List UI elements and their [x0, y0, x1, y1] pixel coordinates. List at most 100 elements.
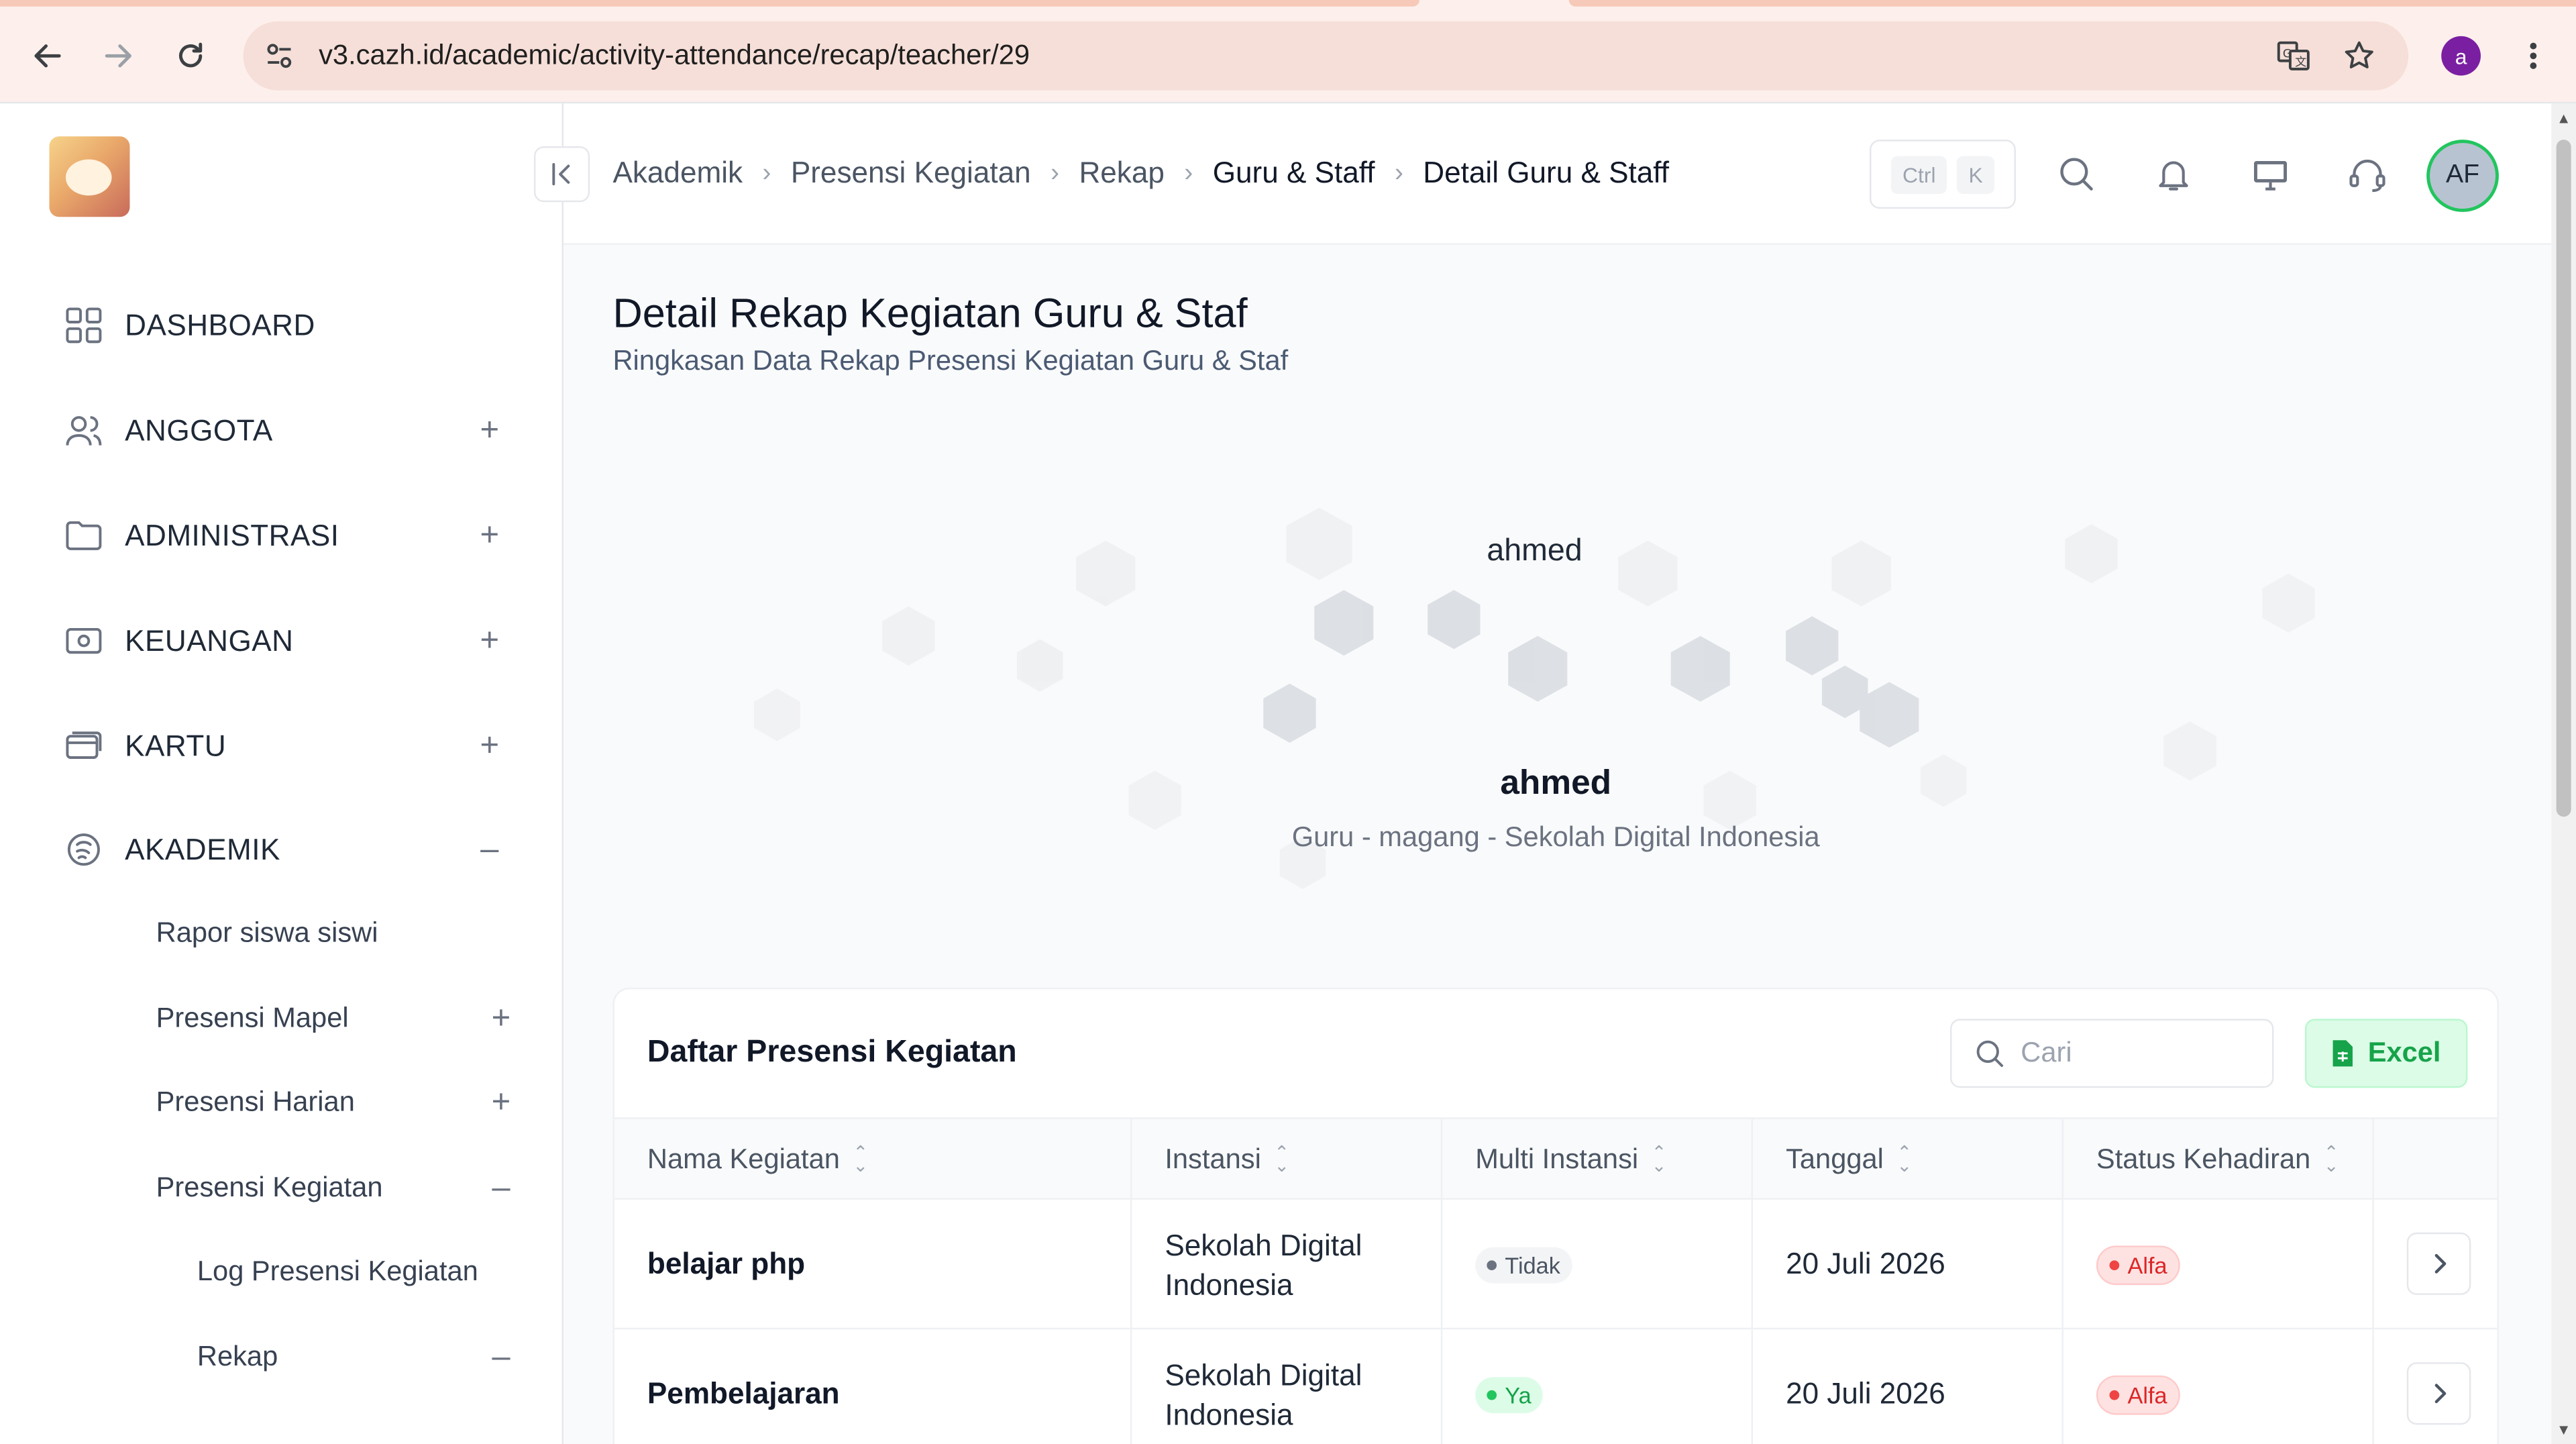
status-dot — [1487, 1259, 1497, 1270]
status-badge: Alfa — [2096, 1374, 2181, 1414]
sidebar-item-anggota[interactable]: ANGGOTA + — [62, 398, 506, 464]
academic-icon — [62, 828, 105, 871]
table-header: Nama Kegiatan ⌃ ⌄ Instansi ⌃ ⌄ Multi Insta… — [614, 1117, 2498, 1202]
reload-icon — [178, 42, 203, 68]
chevron-right-icon: › — [762, 158, 771, 187]
search-input[interactable]: Cari — [1949, 1019, 2274, 1088]
bookmark-star-icon[interactable] — [2339, 36, 2379, 76]
instansi-line: Indonesia — [1165, 1397, 1293, 1431]
svg-text:文: 文 — [2295, 56, 2306, 69]
table-row[interactable]: belajar php Sekolah Digital Indonesia Tid… — [614, 1199, 2498, 1330]
sort-icon[interactable]: ⌃ ⌄ — [2324, 1145, 2339, 1176]
headset-icon[interactable] — [2346, 153, 2389, 196]
column-label: Status Kehadiran — [2096, 1143, 2311, 1176]
scroll-up-icon[interactable]: ▲ — [2557, 111, 2571, 125]
sidebar-item-label: AKADEMIK — [125, 832, 280, 866]
app-logo[interactable] — [49, 136, 130, 217]
breadcrumb-item[interactable]: Rekap — [1079, 156, 1164, 191]
svg-text:G: G — [2283, 48, 2292, 61]
sidebar-subitem-rekap[interactable]: Rekap – — [197, 1329, 518, 1385]
badge-label: Alfa — [2127, 1381, 2167, 1408]
instansi-line: Sekolah Digital — [1165, 1228, 1362, 1261]
row-detail-button[interactable] — [2406, 1362, 2471, 1425]
sidebar-item-keuangan[interactable]: KEUANGAN + — [62, 608, 506, 674]
breadcrumb-current: Detail Guru & Staff — [1423, 156, 1670, 189]
forward-button[interactable] — [89, 26, 148, 85]
search-icon[interactable] — [2055, 153, 2098, 196]
cell-status-kehadiran: Alfa — [2063, 1199, 2374, 1330]
column-header-nama-kegiatan[interactable]: Nama Kegiatan ⌃ ⌄ — [614, 1119, 1132, 1202]
scroll-down-icon[interactable]: ▼ — [2557, 1423, 2571, 1437]
grid-icon — [62, 304, 105, 347]
chevron-right-icon — [2434, 1253, 2446, 1274]
command-palette-shortcut[interactable]: Ctrl K — [1869, 140, 2016, 209]
multi-instansi-badge: Tidak — [1475, 1246, 1572, 1283]
monitor-icon[interactable] — [2249, 153, 2292, 196]
column-header-instansi[interactable]: Instansi ⌃ ⌄ — [1132, 1119, 1443, 1202]
spreadsheet-icon — [2333, 1040, 2353, 1067]
column-header-tanggal[interactable]: Tanggal ⌃ ⌄ — [1753, 1119, 2063, 1202]
status-badge: Alfa — [2096, 1245, 2181, 1284]
column-header-status-kehadiran[interactable]: Status Kehadiran ⌃ ⌄ — [2063, 1119, 2374, 1202]
collapse-toggle[interactable]: – — [484, 1169, 517, 1206]
column-header-multi-instansi[interactable]: Multi Instansi ⌃ ⌄ — [1442, 1119, 1754, 1202]
chevron-right-icon: › — [1184, 158, 1193, 187]
expand-toggle[interactable]: + — [484, 1084, 517, 1121]
sort-icon[interactable]: ⌃ ⌄ — [1652, 1145, 1667, 1176]
bell-icon[interactable] — [2152, 153, 2195, 196]
browser-toolbar: v3.cazh.id/academic/activity-attendance/… — [0, 0, 2576, 104]
badge-label: Tidak — [1505, 1251, 1560, 1278]
expand-toggle[interactable]: + — [484, 1000, 517, 1037]
badge-label: Alfa — [2127, 1251, 2167, 1278]
folder-icon — [62, 515, 105, 558]
breadcrumb-item[interactable]: Akademik — [612, 156, 743, 191]
sidebar-item-administrasi[interactable]: ADMINISTRASI + — [62, 503, 506, 568]
tab-strip — [0, 0, 1419, 7]
translate-icon[interactable]: G文 — [2273, 36, 2313, 76]
sidebar-item-akademik[interactable]: AKADEMIK – — [62, 817, 506, 882]
sidebar-item-kartu[interactable]: KARTU + — [62, 713, 506, 779]
sidebar-subitem-presensi-harian[interactable]: Presensi Harian + — [156, 1075, 518, 1131]
export-excel-label: Excel — [2367, 1037, 2441, 1068]
profile-banner: ahmed ahmed Guru - magang - Sekolah Digi… — [612, 475, 2498, 902]
instansi-line: Sekolah Digital — [1165, 1358, 1362, 1392]
sidebar-subitem-log-presensi[interactable]: Log Presensi Kegiatan — [197, 1244, 518, 1300]
table-row[interactable]: Pembelajaran Sekolah Digital Indonesia Ya… — [614, 1329, 2498, 1444]
export-excel-button[interactable]: Excel — [2304, 1019, 2468, 1088]
sidebar-item-label: KARTU — [125, 729, 227, 762]
cell-tanggal: 20 Juli 2026 — [1753, 1329, 2063, 1444]
row-detail-button[interactable] — [2406, 1232, 2471, 1295]
collapse-toggle[interactable]: – — [473, 831, 506, 868]
browser-profile-avatar[interactable]: a — [2441, 36, 2481, 76]
sidebar-subitem-rapor[interactable]: Rapor siswa siswi — [156, 905, 518, 961]
sort-icon[interactable]: ⌃ ⌄ — [853, 1145, 868, 1176]
collapse-toggle[interactable]: – — [484, 1339, 517, 1376]
scrollbar-thumb[interactable] — [2556, 140, 2571, 817]
cell-instansi: Sekolah Digital Indonesia — [1132, 1329, 1443, 1444]
expand-toggle[interactable]: + — [473, 727, 506, 765]
sidebar-subitem-presensi-kegiatan[interactable]: Presensi Kegiatan – — [156, 1160, 518, 1216]
sidebar-subitem-presensi-mapel[interactable]: Presensi Mapel + — [156, 991, 518, 1047]
sidebar-item-dashboard[interactable]: DASHBOARD — [62, 293, 506, 358]
collapse-sidebar-button[interactable] — [533, 146, 590, 203]
chevron-right-icon: › — [1394, 158, 1403, 187]
expand-toggle[interactable]: + — [473, 517, 506, 554]
cell-instansi: Sekolah Digital Indonesia — [1132, 1199, 1443, 1330]
sort-icon[interactable]: ⌃ ⌄ — [1897, 1145, 1913, 1176]
user-avatar[interactable]: AF — [2426, 140, 2499, 212]
url-text[interactable]: v3.cazh.id/academic/activity-attendance/… — [319, 40, 1030, 72]
page-scrollbar[interactable]: ▲ ▼ — [2551, 103, 2576, 1444]
breadcrumb-item[interactable]: Guru & Staff — [1213, 156, 1375, 191]
sort-icon[interactable]: ⌃ ⌄ — [1274, 1145, 1289, 1176]
site-settings-icon[interactable] — [260, 36, 299, 76]
expand-toggle[interactable]: + — [473, 411, 506, 449]
address-bar[interactable]: v3.cazh.id/academic/activity-attendance/… — [243, 21, 2409, 91]
status-dot — [2109, 1259, 2120, 1270]
sidebar-subitem-label: Presensi Harian — [156, 1086, 355, 1118]
status-dot — [2109, 1389, 2120, 1400]
breadcrumb-item[interactable]: Presensi Kegiatan — [791, 156, 1031, 191]
reload-button[interactable] — [161, 26, 220, 85]
back-button[interactable] — [18, 26, 77, 85]
browser-menu-icon[interactable] — [2514, 36, 2553, 76]
expand-toggle[interactable]: + — [473, 622, 506, 660]
